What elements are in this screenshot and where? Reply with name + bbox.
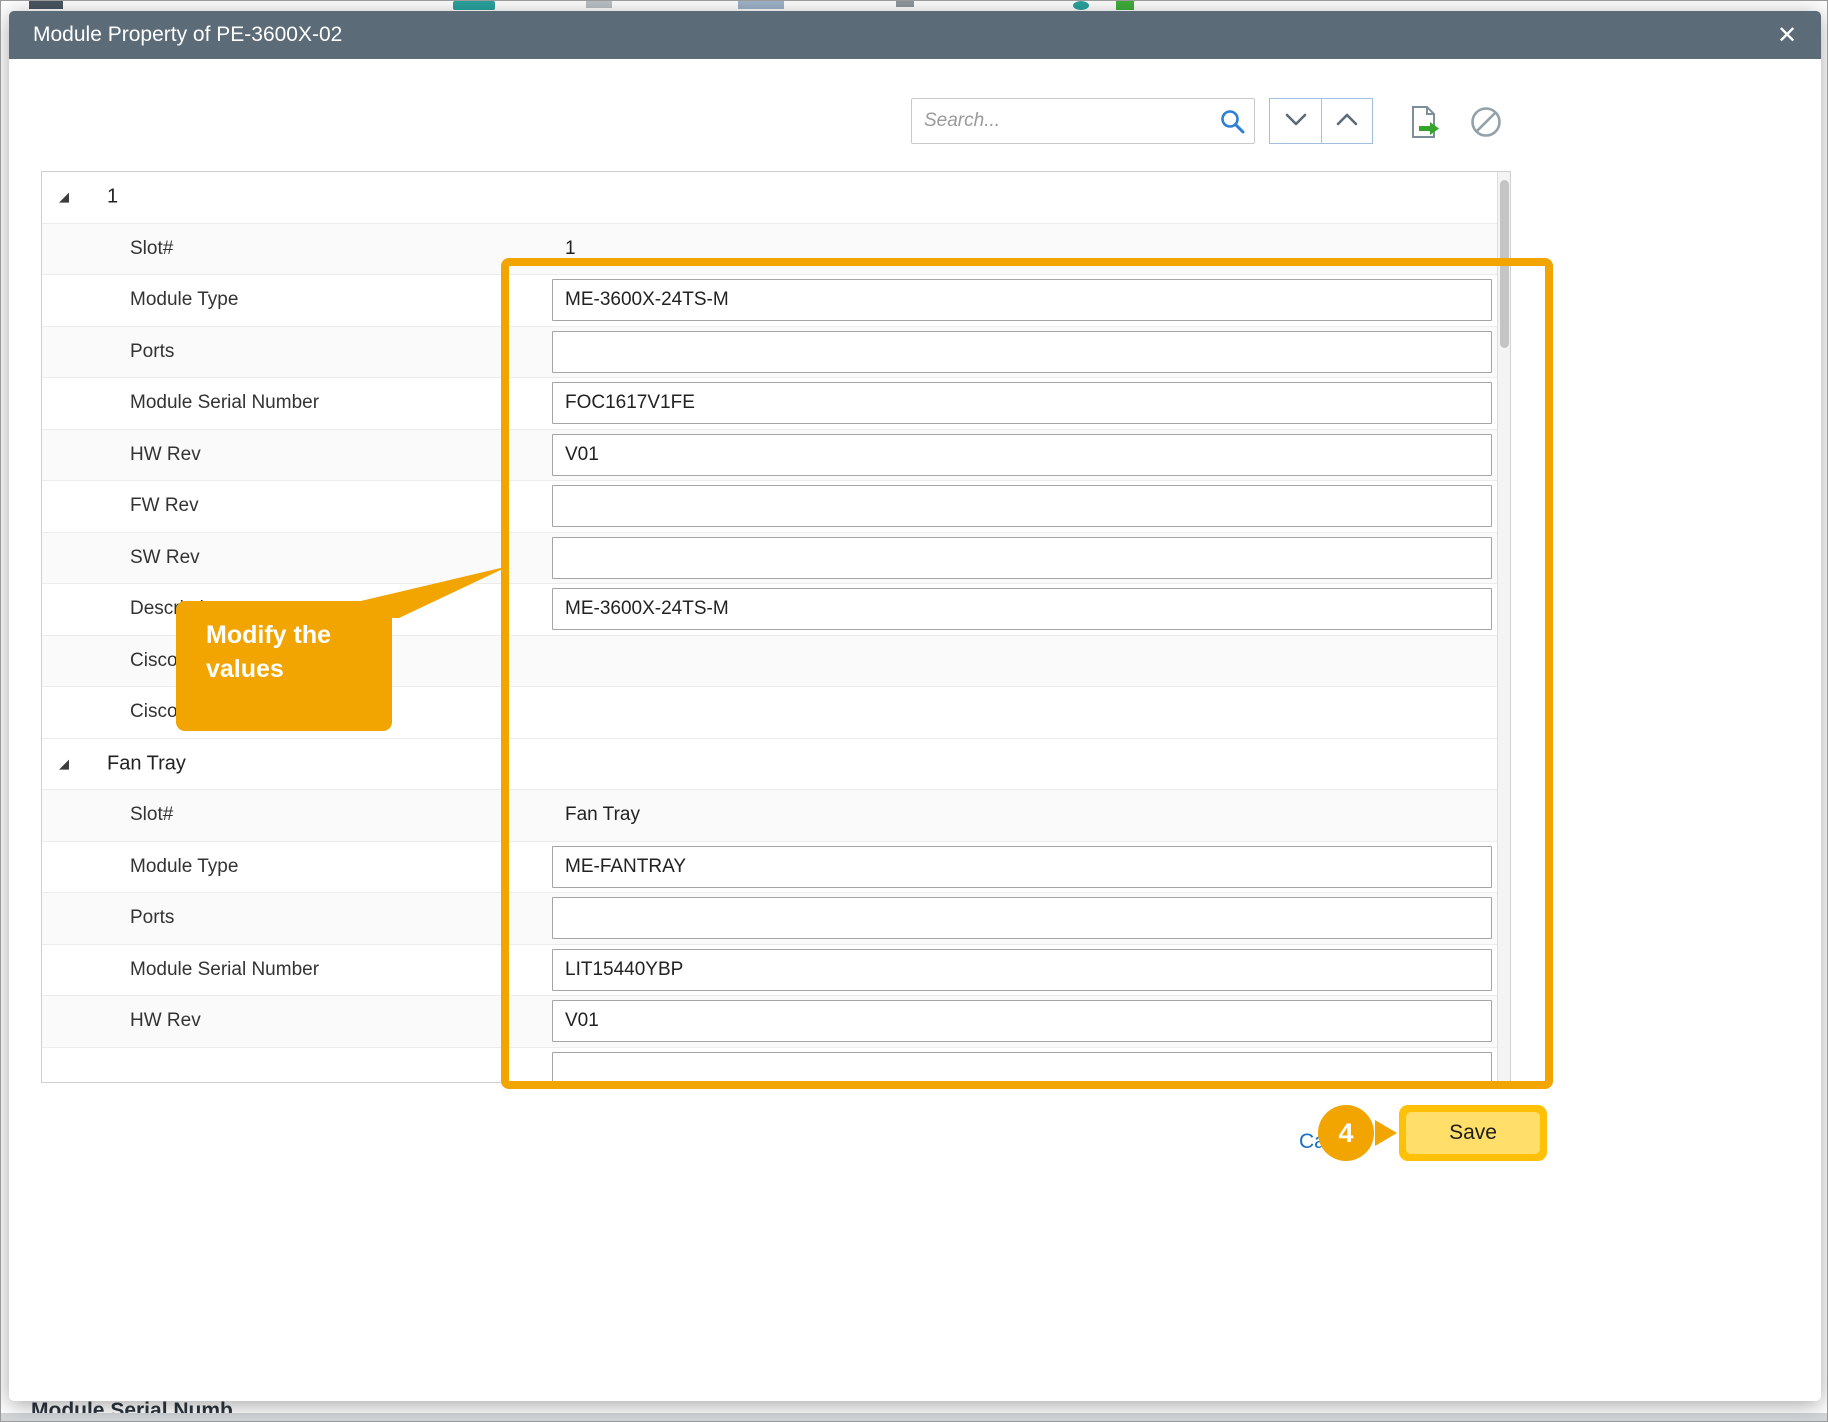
background-bottom-band bbox=[1, 1413, 1828, 1422]
row-label: Cisco bbox=[130, 701, 178, 723]
table-row: HW Rev bbox=[42, 430, 1510, 482]
expand-collapse-button-group bbox=[1269, 98, 1373, 144]
module-type-input[interactable] bbox=[552, 846, 1492, 888]
row-label: Module Type bbox=[130, 289, 238, 311]
hw-rev-input[interactable] bbox=[552, 1000, 1492, 1042]
collapse-triangle-icon[interactable]: ◢ bbox=[59, 756, 69, 772]
background-fragment bbox=[1073, 1, 1089, 10]
row-value: 1 bbox=[565, 238, 576, 260]
row-label: HW Rev bbox=[130, 1010, 201, 1032]
hw-rev-input[interactable] bbox=[552, 434, 1492, 476]
table-row: HW Rev bbox=[42, 996, 1510, 1048]
row-label: Slot# bbox=[130, 804, 173, 826]
background-fragment bbox=[896, 1, 914, 7]
clear-slash-icon bbox=[1467, 129, 1505, 144]
group-header-row[interactable]: ◢ 1 bbox=[42, 172, 1510, 224]
table-row: Slot# 1 bbox=[42, 224, 1510, 276]
table-row: Module Type bbox=[42, 842, 1510, 894]
chevron-down-icon bbox=[1284, 112, 1308, 130]
row-label: Module Serial Number bbox=[130, 959, 319, 981]
row-label: Ports bbox=[130, 341, 174, 363]
module-serial-number-input[interactable] bbox=[552, 382, 1492, 424]
export-button[interactable] bbox=[1405, 103, 1443, 141]
background-fragment bbox=[738, 1, 784, 9]
table-row: FW Rev bbox=[42, 481, 1510, 533]
background-fragment bbox=[1116, 1, 1134, 10]
table-row: Ports bbox=[42, 327, 1510, 379]
export-icon bbox=[1405, 129, 1443, 144]
dialog-title: Module Property of PE-3600X-02 bbox=[33, 11, 342, 59]
collapse-all-button[interactable] bbox=[1270, 99, 1321, 143]
module-serial-number-input[interactable] bbox=[552, 949, 1492, 991]
row-label: HW Rev bbox=[130, 444, 201, 466]
step-arrow-icon bbox=[1375, 1120, 1397, 1146]
description-input[interactable] bbox=[552, 588, 1492, 630]
callout-text: Modify the values bbox=[206, 619, 356, 687]
callout-bubble: Modify the values bbox=[176, 601, 392, 731]
close-button[interactable]: ✕ bbox=[1771, 20, 1803, 52]
page: Module Serial Numb Module Property of PE… bbox=[0, 0, 1828, 1422]
row-value: Fan Tray bbox=[565, 804, 640, 826]
background-fragment bbox=[586, 1, 612, 8]
collapse-triangle-icon[interactable]: ◢ bbox=[59, 189, 69, 205]
fw-rev-input[interactable] bbox=[552, 485, 1492, 527]
group-label: Fan Tray bbox=[107, 752, 186, 775]
table-row: Slot# Fan Tray bbox=[42, 790, 1510, 842]
scrollbar-thumb[interactable] bbox=[1500, 180, 1509, 348]
row-label: Ports bbox=[130, 907, 174, 929]
search-input[interactable] bbox=[912, 99, 1236, 143]
sw-rev-input[interactable] bbox=[552, 537, 1492, 579]
chevron-up-icon bbox=[1335, 112, 1359, 130]
dialog-header: Module Property of PE-3600X-02 ✕ bbox=[9, 11, 1821, 59]
ports-input[interactable] bbox=[552, 897, 1492, 939]
row-label: Module Serial Number bbox=[130, 392, 319, 414]
row-label: FW Rev bbox=[130, 495, 199, 517]
module-property-dialog: Module Property of PE-3600X-02 ✕ bbox=[9, 11, 1821, 1401]
group-label: 1 bbox=[107, 186, 118, 209]
table-row: Module Serial Number bbox=[42, 378, 1510, 430]
row-label: Module Type bbox=[130, 856, 238, 878]
clear-button[interactable] bbox=[1467, 103, 1505, 141]
table-row-partial bbox=[42, 1048, 1510, 1084]
table-row: Module Serial Number bbox=[42, 945, 1510, 997]
clipped-input[interactable] bbox=[552, 1052, 1492, 1084]
row-label: Cisco bbox=[130, 650, 178, 672]
module-type-input[interactable] bbox=[552, 279, 1492, 321]
row-label: Slot# bbox=[130, 238, 173, 260]
table-row: Module Type bbox=[42, 275, 1510, 327]
table-row: Ports bbox=[42, 893, 1510, 945]
ports-input[interactable] bbox=[552, 331, 1492, 373]
step-number: 4 bbox=[1338, 1118, 1353, 1149]
background-fragment bbox=[29, 1, 63, 9]
save-button-highlight: Save bbox=[1399, 1105, 1547, 1161]
table-row: SW Rev bbox=[42, 533, 1510, 585]
group-header-row[interactable]: ◢ Fan Tray bbox=[42, 739, 1510, 791]
step-badge: 4 bbox=[1318, 1105, 1374, 1161]
row-label: SW Rev bbox=[130, 547, 200, 569]
search-icon bbox=[1219, 108, 1246, 140]
vertical-scrollbar[interactable] bbox=[1497, 172, 1510, 1082]
expand-all-button[interactable] bbox=[1321, 99, 1372, 143]
background-fragment bbox=[453, 1, 495, 10]
save-button[interactable]: Save bbox=[1406, 1112, 1540, 1154]
search-box bbox=[911, 98, 1255, 144]
